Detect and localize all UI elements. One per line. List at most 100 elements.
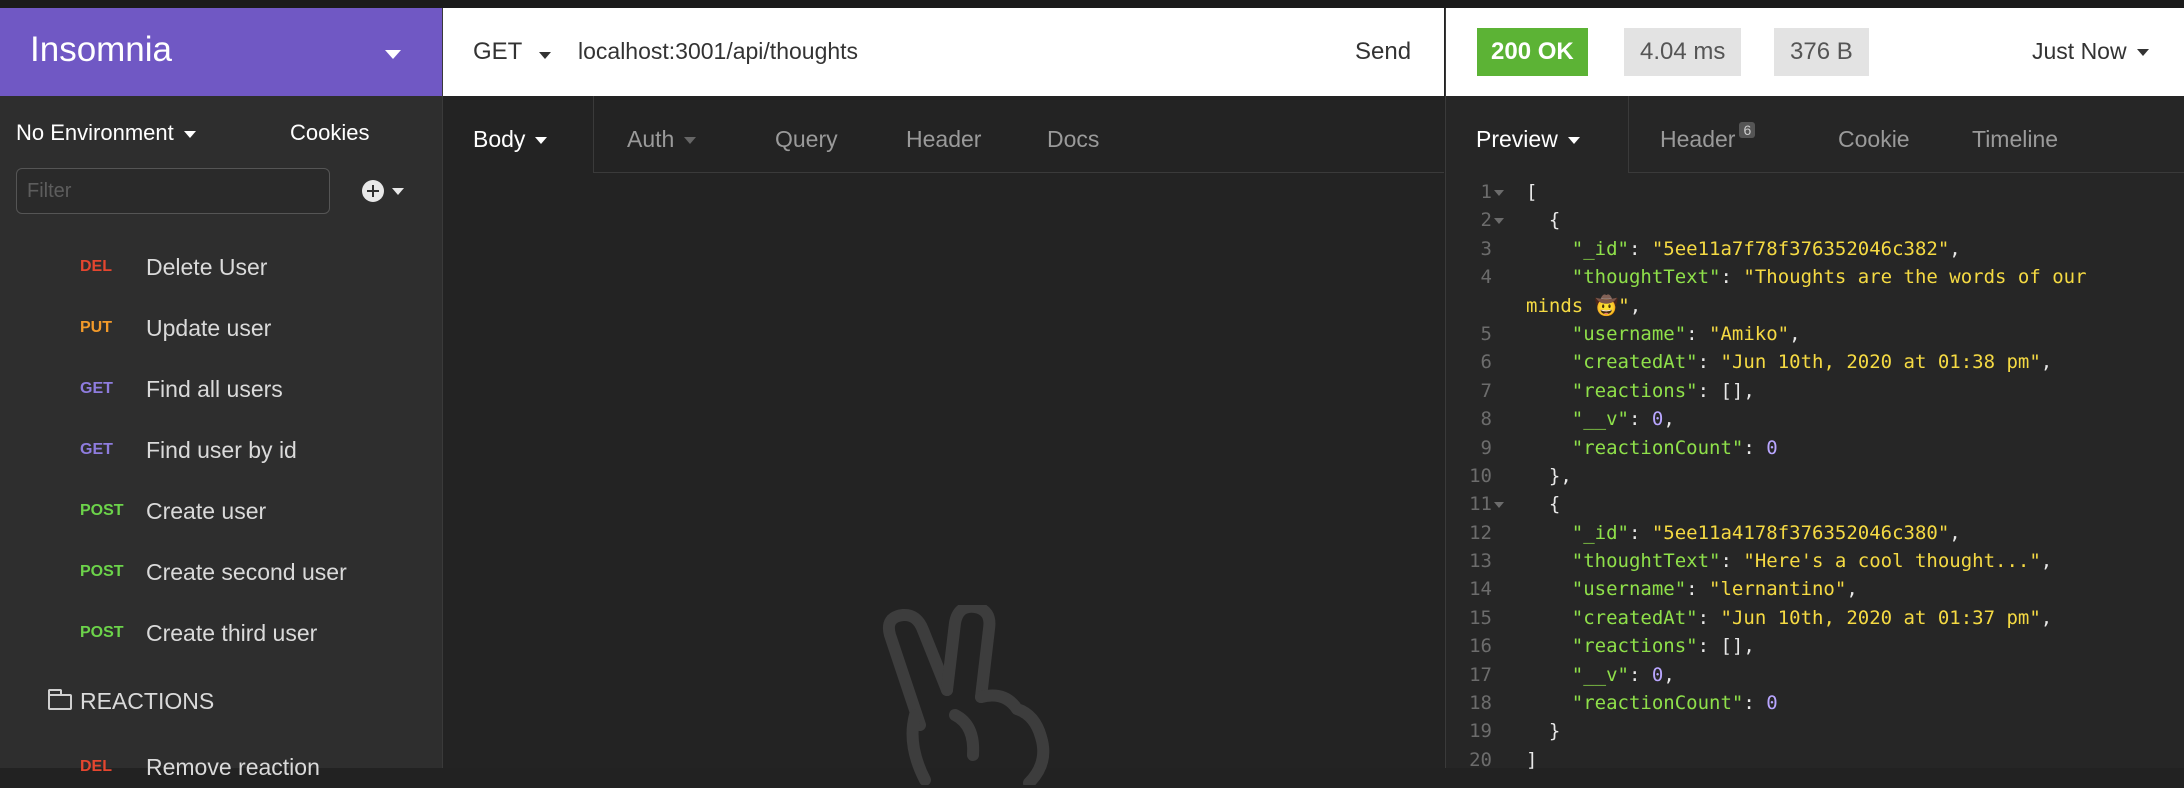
line-number: 7: [1480, 379, 1492, 402]
filter-input[interactable]: [16, 168, 330, 214]
code-token: "createdAt": [1571, 351, 1698, 374]
sidebar-request-create-third-user[interactable]: POST Create third user: [0, 606, 442, 667]
request-name: Create third user: [146, 620, 318, 646]
code-line: 13 "thoughtText": "Here's a cool thought…: [1446, 547, 2184, 575]
response-pane: 200 OK 4.04 ms 376 B Just Now Preview He…: [1445, 8, 2184, 771]
tab-body[interactable]: Body: [473, 126, 548, 153]
code-line: minds 🤠",: [1446, 292, 2184, 320]
sidebar-request-create-second-user[interactable]: POST Create second user: [0, 545, 442, 606]
code-token: "reactionCount": [1571, 692, 1744, 715]
response-status-bar: 200 OK 4.04 ms 376 B Just Now: [1446, 8, 2184, 96]
url-input[interactable]: localhost:3001/api/thoughts: [578, 38, 858, 65]
sidebar-request-find-all-users[interactable]: GET Find all users: [0, 362, 442, 423]
code-token: 0: [1651, 408, 1664, 431]
code-line: 2 {: [1446, 206, 2184, 234]
chevron-down-icon: [392, 187, 404, 195]
method-dropdown[interactable]: GET: [473, 38, 522, 66]
request-pane: GET localhost:3001/api/thoughts Send Bod…: [443, 8, 1444, 785]
sidebar-request-create-user[interactable]: POST Create user: [0, 484, 442, 545]
code-token: :: [1697, 351, 1721, 374]
send-button[interactable]: Send: [1355, 38, 1411, 66]
sidebar-request-remove-reaction[interactable]: DEL Remove reaction: [0, 748, 442, 788]
tab-query[interactable]: Query: [775, 126, 838, 153]
code-token: minds 🤠": [1526, 294, 1630, 317]
tab-label: Body: [473, 126, 526, 152]
code-text: "_id": "5ee11a7f78f376352046c382",: [1526, 235, 1961, 263]
tab-cookie[interactable]: Cookie: [1838, 126, 1910, 153]
code-token: :: [1686, 322, 1710, 345]
code-token: :: [1697, 606, 1721, 629]
tab-preview[interactable]: Preview: [1476, 126, 1580, 153]
code-text: [: [1526, 178, 1537, 206]
workspace-menu[interactable]: Insomnia: [0, 8, 442, 96]
code-token: "thoughtText": [1571, 550, 1721, 573]
code-text: "createdAt": "Jun 10th, 2020 at 01:37 pm…: [1526, 604, 2052, 632]
environment-dropdown[interactable]: No Environment: [16, 120, 196, 146]
line-number: 12: [1469, 521, 1492, 544]
code-text: "reactions": [],: [1526, 632, 1755, 660]
code-token: ,: [1949, 237, 1961, 260]
code-token: ,: [2040, 606, 2053, 629]
method-badge: PUT: [80, 319, 112, 336]
code-token: "Jun 10th, 2020 at 01:37 pm": [1720, 606, 2041, 629]
code-line: 9 "reactionCount": 0: [1446, 434, 2184, 462]
code-token: "username": [1571, 578, 1687, 601]
method-badge: POST: [80, 624, 124, 641]
tab-response-header[interactable]: Header 6: [1660, 122, 1756, 153]
code-token: 0: [1651, 663, 1664, 686]
tab-timeline[interactable]: Timeline: [1972, 126, 2058, 153]
method-badge: GET: [80, 380, 113, 397]
code-token: "_id": [1571, 237, 1629, 260]
method-badge: DEL: [80, 258, 112, 275]
tab-docs[interactable]: Docs: [1047, 126, 1099, 153]
code-text: "__v": 0,: [1526, 661, 1675, 689]
code-token: ,: [1949, 521, 1961, 544]
cookies-button[interactable]: Cookies: [290, 120, 369, 146]
code-token: "_id": [1571, 521, 1629, 544]
code-text: }: [1526, 717, 1560, 745]
sidebar-folder-reactions[interactable]: REACTIONS: [48, 688, 214, 715]
code-token: "reactions": [1571, 379, 1698, 402]
line-number: 15: [1469, 606, 1492, 629]
code-token: "5ee11a7f78f376352046c382": [1651, 237, 1950, 260]
code-token: :: [1720, 550, 1744, 573]
line-number: 1: [1480, 181, 1492, 203]
tab-header[interactable]: Header: [906, 126, 981, 153]
code-token: :: [1686, 578, 1710, 601]
code-token: "__v": [1571, 663, 1629, 686]
request-name: Create user: [146, 498, 267, 524]
folder-icon: [48, 688, 72, 710]
chevron-down-icon: [2136, 49, 2149, 57]
fold-toggle-icon[interactable]: [1494, 218, 1504, 225]
sidebar-request-update-user[interactable]: PUT Update user: [0, 301, 442, 362]
fold-toggle-icon[interactable]: [1494, 502, 1504, 509]
tab-auth[interactable]: Auth: [627, 126, 697, 153]
sidebar-request-delete-user[interactable]: DEL Delete User: [0, 240, 442, 301]
response-history-dropdown[interactable]: Just Now: [2032, 38, 2149, 65]
request-tabs: Body Auth Query Header Docs: [443, 96, 1444, 173]
code-text: "thoughtText": "Here's a cool thought...…: [1526, 547, 2052, 575]
sidebar-request-find-user-by-id[interactable]: GET Find user by id: [0, 423, 442, 484]
response-preview-code[interactable]: 1[2 {3 "_id": "5ee11a7f78f376352046c382"…: [1446, 178, 2184, 774]
code-token: "username": [1571, 322, 1687, 345]
code-token: }: [1526, 720, 1561, 743]
chevron-down-icon: [385, 50, 401, 59]
add-request-button[interactable]: [362, 180, 404, 202]
request-name: Update user: [146, 315, 272, 341]
tab-label: Preview: [1476, 126, 1558, 152]
request-list: DEL Delete User PUT Update user GET Find…: [0, 240, 442, 667]
chevron-down-icon: [684, 137, 697, 145]
fold-toggle-icon[interactable]: [1494, 190, 1504, 196]
request-name: Delete User: [146, 254, 268, 280]
code-token: "reactions": [1571, 635, 1698, 658]
folder-name: REACTIONS: [80, 688, 215, 714]
chevron-down-icon: [539, 52, 551, 59]
code-line: 6 "createdAt": "Jun 10th, 2020 at 01:38 …: [1446, 348, 2184, 376]
code-token: :: [1743, 692, 1767, 715]
tab-label: Auth: [627, 126, 675, 152]
